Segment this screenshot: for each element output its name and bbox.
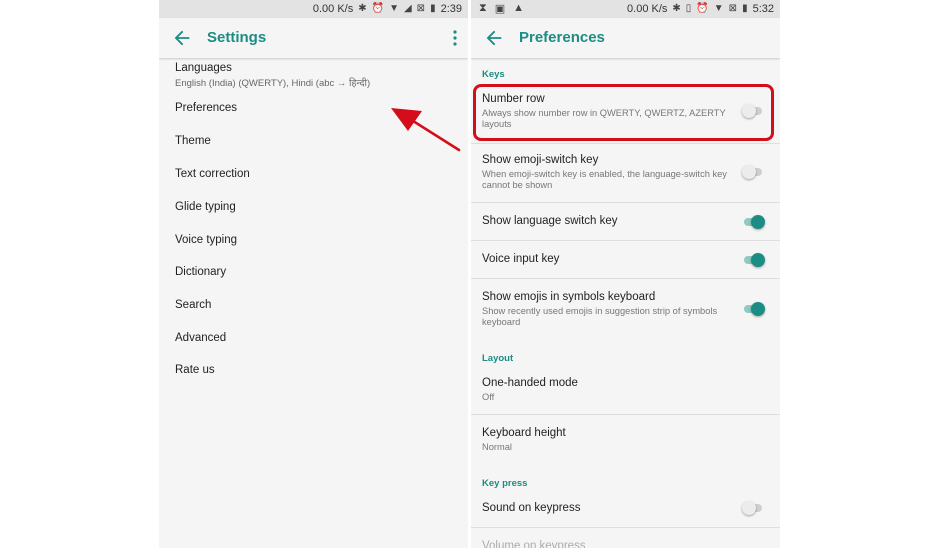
menu-item-rate-us[interactable]: Rate us [175,364,215,376]
app-bar: Settings [159,18,468,58]
section-header-key-press: Key press [482,478,528,489]
language-switch-title: Show language switch key [482,215,618,227]
keyboard-height-value: Normal [482,442,512,452]
page-title: Settings [207,29,267,46]
sound-keypress-toggle[interactable] [742,501,764,515]
signal-icon: ◢ [403,3,412,14]
language-switch-toggle[interactable] [742,215,765,229]
languages-summary: English (India) (QWERTY), Hindi (abc → ह… [175,78,371,89]
menu-item-voice-typing[interactable]: Voice typing [175,234,237,246]
preferences-screen: ⧗ ▣ ▲ 0.00 K/s ✱ ▯ ⏰ ▼ ⊠ ▮ 5:32 Preferen… [471,0,780,548]
emoji-switch-summary: When emoji-switch key is enabled, the la… [482,169,727,190]
wifi-icon: ▼ [713,3,724,14]
highlight-box [473,84,774,141]
no-sim-icon: ⊠ [416,3,426,14]
keyboard-height-title: Keyboard height [482,427,566,439]
menu-item-text-correction[interactable]: Text correction [175,168,250,180]
vibrate-icon: ▯ [685,3,692,14]
divider [471,414,780,415]
section-header-layout: Layout [482,353,514,364]
image-icon: ▣ [494,3,506,15]
battery-icon: ▮ [430,3,436,14]
emojis-symbols-title: Show emojis in symbols keyboard [482,291,656,303]
divider [471,278,780,279]
divider [471,202,780,203]
clock: 2:39 [440,3,462,15]
clock: 5:32 [752,3,774,15]
volume-keypress-title: Volume on keypress [482,540,586,548]
sound-keypress-title: Sound on keypress [482,502,581,514]
menu-item-theme[interactable]: Theme [175,135,211,147]
network-speed: 0.00 K/s [627,3,668,15]
voice-input-toggle[interactable] [742,253,765,267]
one-handed-value: Off [482,392,495,402]
menu-item-advanced[interactable]: Advanced [175,332,226,344]
settings-screen: 0.00 K/s ✱ ⏰ ▼ ◢ ⊠ ▮ 2:39 Settings Langu… [159,0,468,548]
status-bar: ⧗ ▣ ▲ 0.00 K/s ✱ ▯ ⏰ ▼ ⊠ ▮ 5:32 [471,0,780,18]
network-speed: 0.00 K/s [312,3,354,15]
battery-icon: ▮ [742,3,748,14]
section-header-keys: Keys [482,69,505,80]
menu-item-dictionary[interactable]: Dictionary [175,266,226,278]
no-sim-icon: ⊠ [728,3,738,14]
one-handed-title: One-handed mode [482,377,578,389]
emoji-switch-title: Show emoji-switch key [482,154,599,166]
bluetooth-icon: ✱ [358,3,367,14]
menu-item-preferences[interactable]: Preferences [175,102,237,114]
red-pointer-arrow [391,108,461,152]
app-bar: Preferences [471,18,780,58]
arrow-back-icon[interactable] [483,27,505,49]
mountain-icon: ▲ [513,2,525,14]
wifi-icon: ▼ [389,3,399,14]
menu-item-glide-typing[interactable]: Glide typing [175,201,236,213]
page-title: Preferences [519,29,605,46]
status-bar: 0.00 K/s ✱ ⏰ ▼ ◢ ⊠ ▮ 2:39 [159,0,468,18]
divider [471,143,780,144]
hourglass-icon: ⧗ [479,2,487,14]
menu-item-search[interactable]: Search [175,299,211,311]
emojis-symbols-summary: Show recently used emojis in suggestion … [482,306,718,327]
emojis-symbols-toggle[interactable] [742,302,765,316]
alarm-icon: ⏰ [371,3,385,14]
divider [471,240,780,241]
emoji-switch-toggle[interactable] [742,165,764,179]
divider [471,527,780,528]
bluetooth-icon: ✱ [672,3,681,14]
more-vert-icon[interactable] [452,29,458,47]
menu-item-languages[interactable]: Languages [175,62,232,74]
voice-input-title: Voice input key [482,253,560,265]
arrow-back-icon[interactable] [171,27,193,49]
alarm-icon: ⏰ [696,3,709,14]
